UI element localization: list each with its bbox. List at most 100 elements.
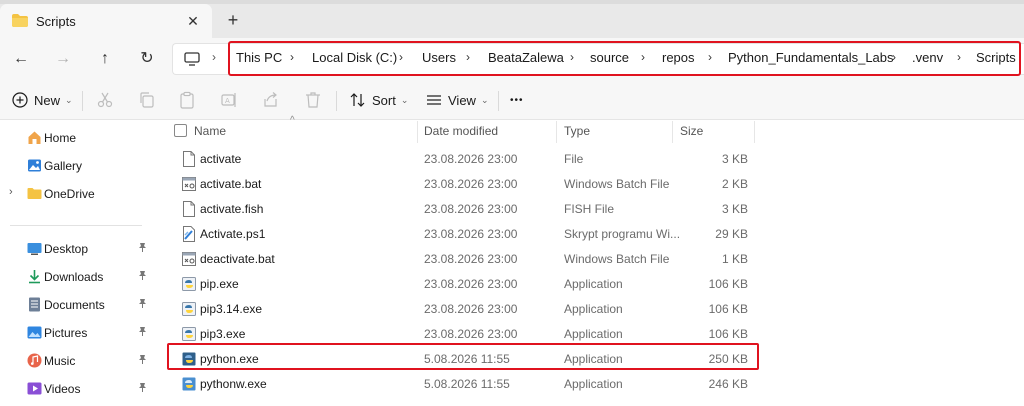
column-name[interactable]: Name: [194, 124, 226, 138]
sidebar-item-home[interactable]: Home: [0, 125, 152, 151]
chevron-right-icon[interactable]: ›: [9, 186, 13, 198]
sidebar-item-label: OneDrive: [44, 187, 95, 201]
file-size: 3 KB: [721, 202, 748, 216]
divider: [336, 91, 337, 111]
chevron-right-icon[interactable]: ›: [466, 50, 470, 64]
file-type: Skrypt programu Wi...: [564, 227, 681, 241]
breadcrumb-project[interactable]: Python_Fundamentals_Labs: [728, 50, 894, 65]
breadcrumb-users[interactable]: Users: [422, 50, 456, 65]
sidebar-item-music[interactable]: Music: [0, 348, 152, 374]
sidebar-item-pictures[interactable]: Pictures: [0, 320, 152, 346]
tab-scripts[interactable]: Scripts ✕: [0, 4, 212, 38]
chevron-right-icon[interactable]: ›: [399, 50, 403, 64]
rename-icon[interactable]: A: [220, 91, 238, 109]
file-name: activate.fish: [200, 202, 264, 216]
column-type[interactable]: Type: [564, 124, 590, 138]
chevron-right-icon[interactable]: ›: [892, 50, 896, 64]
file-date: 5.08.2026 11:55: [424, 377, 510, 391]
column-divider[interactable]: [754, 121, 755, 143]
python-exe-icon: [182, 277, 196, 291]
column-size[interactable]: Size: [680, 124, 703, 138]
up-button[interactable]: ↑: [94, 48, 116, 70]
column-divider[interactable]: [417, 121, 418, 143]
chevron-down-icon: ⌄: [480, 94, 489, 105]
column-divider[interactable]: [672, 121, 673, 143]
file-name: Activate.ps1: [200, 227, 266, 241]
column-date-modified[interactable]: Date modified: [424, 124, 498, 138]
delete-icon[interactable]: [304, 91, 322, 109]
file-type: Application: [564, 377, 623, 391]
more-options-button[interactable]: •••: [510, 90, 524, 110]
view-icon: [427, 95, 441, 105]
paste-icon[interactable]: [178, 91, 196, 109]
file-row[interactable]: activate.fish 23.08.2026 23:00 FISH File…: [152, 196, 1024, 221]
pin-icon[interactable]: [138, 270, 147, 283]
navigation-pane: Home Gallery › OneDrive Desktop Download…: [0, 121, 152, 406]
breadcrumb-this-pc[interactable]: This PC: [236, 50, 282, 65]
documents-icon: [29, 297, 40, 312]
onedrive-folder-icon: [27, 188, 42, 199]
chevron-right-icon[interactable]: ›: [570, 50, 574, 64]
file-row[interactable]: activate.bat 23.08.2026 23:00 Windows Ba…: [152, 171, 1024, 196]
file-row[interactable]: pythonw.exe 5.08.2026 11:55 Application …: [152, 371, 1024, 396]
sidebar-item-downloads[interactable]: Downloads: [0, 264, 152, 290]
view-button[interactable]: View ⌄: [426, 90, 489, 110]
file-date: 23.08.2026 23:00: [424, 302, 518, 316]
sidebar-item-gallery[interactable]: Gallery: [0, 153, 152, 179]
pin-icon[interactable]: [138, 242, 147, 255]
breadcrumb-repos[interactable]: repos: [662, 50, 695, 65]
forward-button[interactable]: →: [52, 48, 74, 70]
sidebar-item-label: Pictures: [44, 326, 88, 340]
file-row[interactable]: pip.exe 23.08.2026 23:00 Application 106…: [152, 271, 1024, 296]
breadcrumb-local-disk[interactable]: Local Disk (C:): [312, 50, 397, 65]
share-icon[interactable]: [262, 91, 280, 109]
file-type: Windows Batch File: [564, 252, 670, 266]
sort-button[interactable]: Sort ⌄: [350, 90, 408, 110]
breadcrumb-venv[interactable]: .venv: [912, 50, 943, 65]
file-size: 29 KB: [715, 227, 748, 241]
pin-icon[interactable]: [138, 326, 147, 339]
chevron-right-icon[interactable]: ›: [212, 50, 216, 64]
sort-icon: [350, 93, 365, 107]
navigation-bar: ← → ↑ ↻ › This PC › Local Disk (C:) › Us…: [0, 38, 1024, 80]
pin-icon[interactable]: [138, 382, 147, 395]
sidebar-item-desktop[interactable]: Desktop: [0, 236, 152, 262]
home-icon: [28, 131, 41, 144]
sidebar-item-label: Home: [44, 131, 77, 145]
chevron-right-icon[interactable]: ›: [290, 50, 294, 64]
copy-icon[interactable]: [138, 91, 156, 109]
sidebar-item-label: Downloads: [44, 270, 104, 284]
file-name: activate.bat: [200, 177, 262, 191]
file-date: 23.08.2026 23:00: [424, 177, 518, 191]
breadcrumb-source[interactable]: source: [590, 50, 629, 65]
file-date: 23.08.2026 23:00: [424, 152, 518, 166]
chevron-right-icon[interactable]: ›: [641, 50, 645, 64]
new-label: New: [34, 92, 61, 108]
chevron-right-icon[interactable]: ›: [957, 50, 961, 64]
refresh-button[interactable]: ↻: [136, 48, 158, 70]
column-divider[interactable]: [556, 121, 557, 143]
breadcrumb-scripts[interactable]: Scripts: [976, 50, 1016, 65]
sidebar-item-onedrive[interactable]: › OneDrive: [0, 181, 152, 207]
pin-icon[interactable]: [138, 354, 147, 367]
close-tab-button[interactable]: ✕: [184, 12, 202, 30]
cut-icon[interactable]: [96, 91, 114, 109]
new-tab-button[interactable]: +: [222, 10, 244, 32]
back-button[interactable]: ←: [10, 48, 32, 70]
chevron-right-icon[interactable]: ›: [708, 50, 712, 64]
computer-icon[interactable]: [184, 51, 200, 67]
file-row[interactable]: deactivate.bat 23.08.2026 23:00 Windows …: [152, 246, 1024, 271]
file-size: 106 KB: [708, 327, 748, 341]
file-row[interactable]: Activate.ps1 23.08.2026 23:00 Skrypt pro…: [152, 221, 1024, 246]
breadcrumb-user[interactable]: BeataZalewa: [488, 50, 564, 65]
python-app-icon: [182, 377, 196, 391]
file-row[interactable]: activate 23.08.2026 23:00 File 3 KB: [152, 146, 1024, 171]
file-date: 23.08.2026 23:00: [424, 252, 518, 266]
sidebar-item-videos[interactable]: Videos: [0, 376, 152, 402]
select-all-checkbox[interactable]: [174, 124, 187, 137]
new-button[interactable]: New ⌄: [12, 90, 73, 110]
pin-icon[interactable]: [138, 298, 147, 311]
file-size: 106 KB: [708, 277, 748, 291]
file-row[interactable]: pip3.14.exe 23.08.2026 23:00 Application…: [152, 296, 1024, 321]
sidebar-item-documents[interactable]: Documents: [0, 292, 152, 318]
